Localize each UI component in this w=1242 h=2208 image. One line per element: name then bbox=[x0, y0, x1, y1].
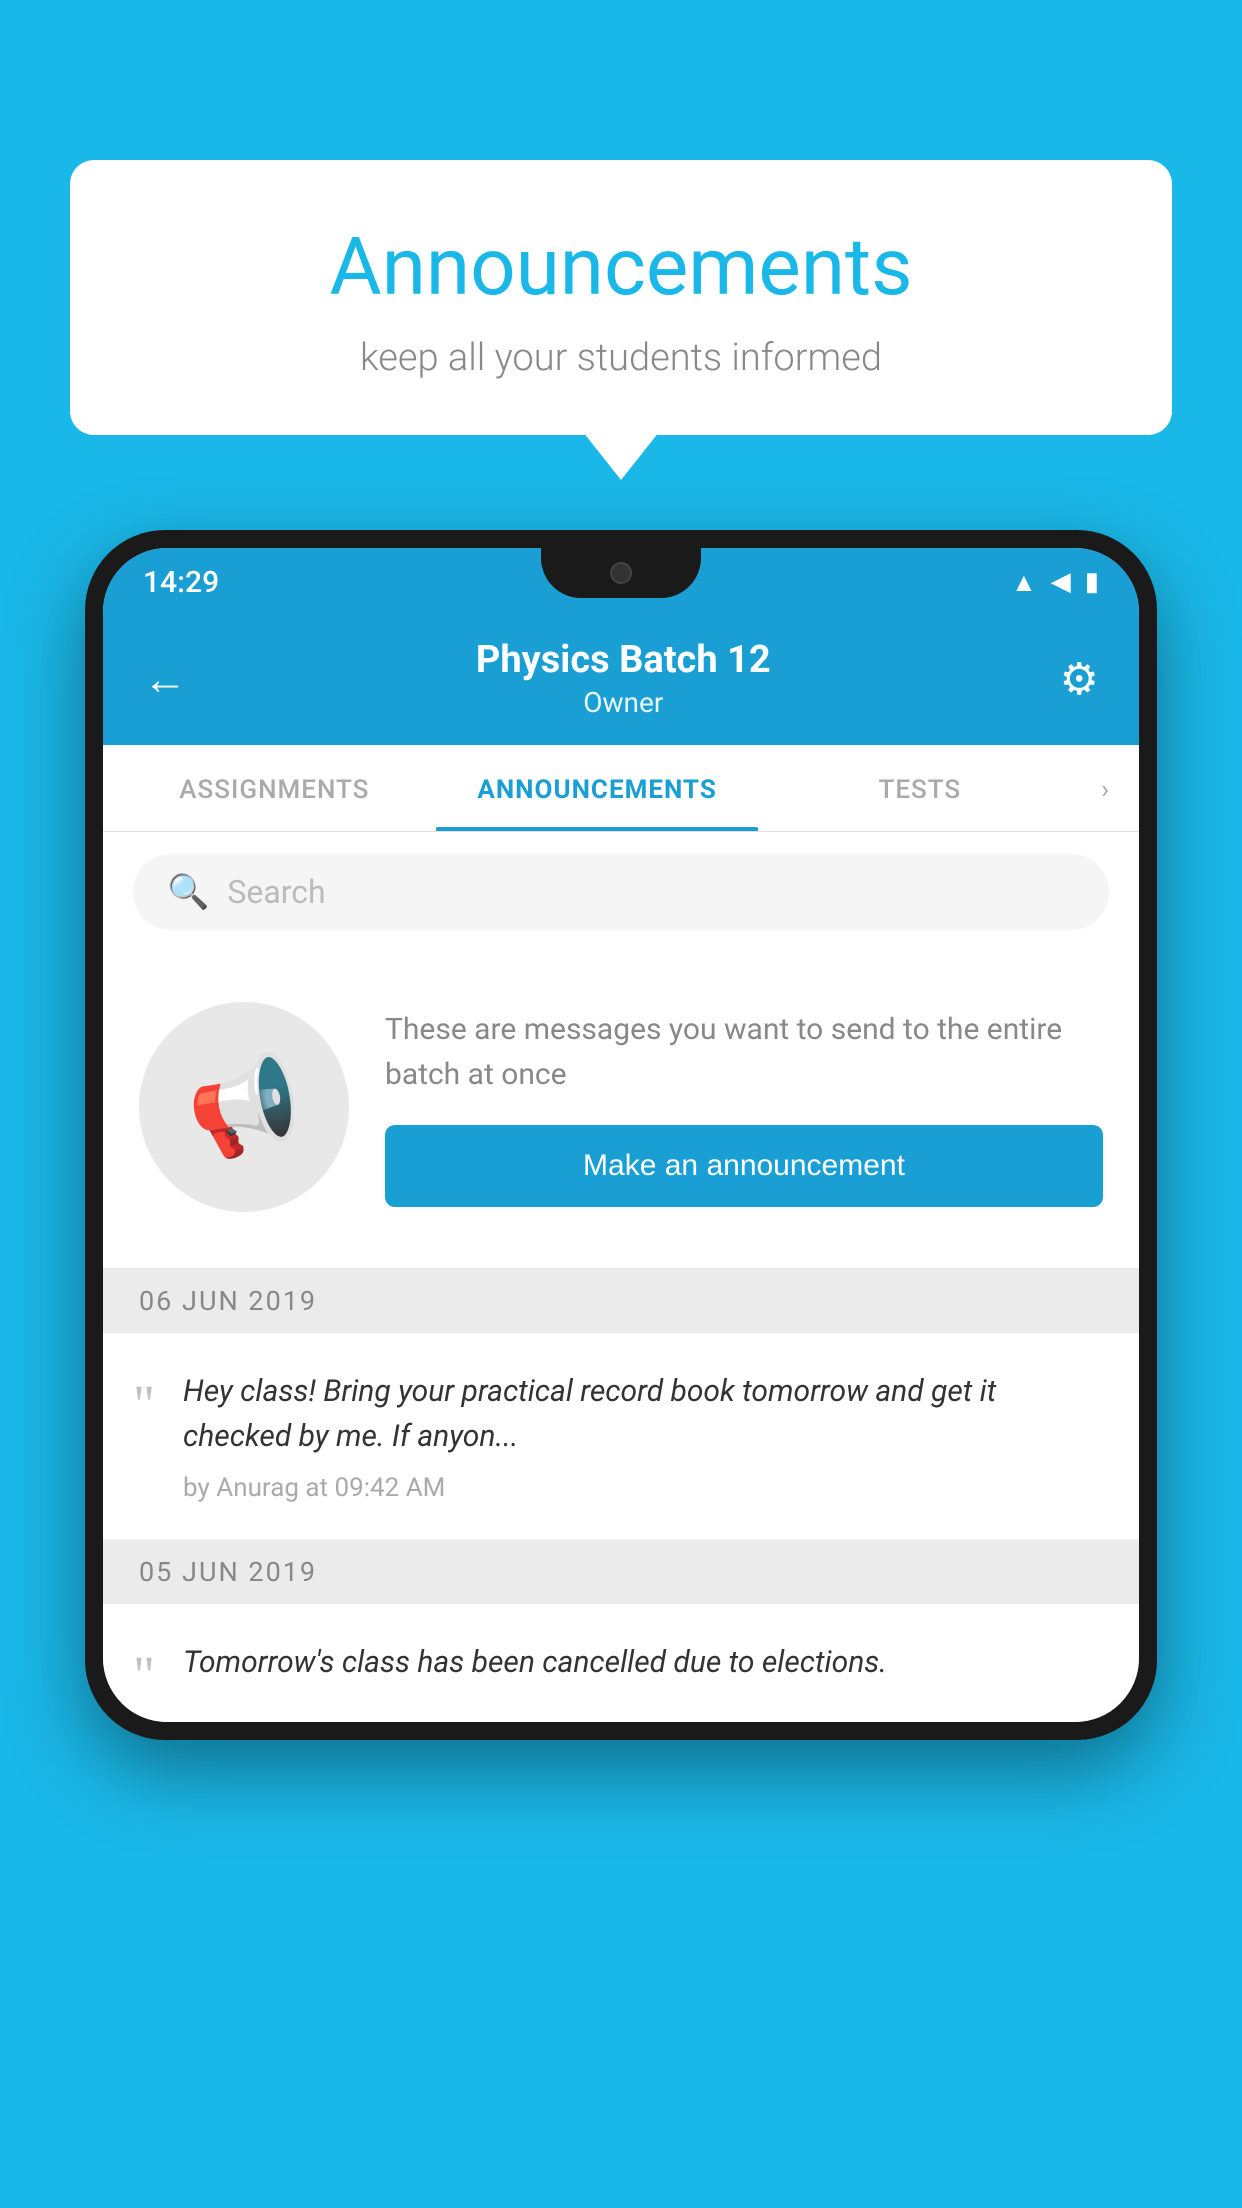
megaphone-icon: 📢 bbox=[180, 1046, 309, 1169]
date-label-2: 05 JUN 2019 bbox=[139, 1556, 317, 1588]
phone-body: 14:29 ▲ ◀ ▮ ← Physics Batch 12 Owner ⚙ bbox=[85, 530, 1157, 1740]
search-bar[interactable]: 🔍 Search bbox=[133, 854, 1109, 930]
status-bar: 14:29 ▲ ◀ ▮ bbox=[103, 548, 1139, 616]
search-icon: 🔍 bbox=[167, 872, 209, 912]
phone-notch bbox=[541, 548, 701, 598]
status-icons: ▲ ◀ ▮ bbox=[1011, 567, 1099, 598]
promo-section: 📢 These are messages you want to send to… bbox=[103, 952, 1139, 1269]
announcement-item-1[interactable]: " Hey class! Bring your practical record… bbox=[103, 1333, 1139, 1540]
bubble-subtitle: keep all your students informed bbox=[150, 336, 1092, 380]
batch-role: Owner bbox=[476, 686, 771, 719]
tab-more[interactable]: › bbox=[1081, 745, 1129, 831]
settings-button[interactable]: ⚙ bbox=[1060, 653, 1099, 705]
phone-mockup: 14:29 ▲ ◀ ▮ ← Physics Batch 12 Owner ⚙ bbox=[85, 530, 1157, 1740]
wifi-icon: ▲ bbox=[1011, 567, 1037, 598]
batch-title: Physics Batch 12 bbox=[476, 638, 771, 682]
announcement-text-1: Hey class! Bring your practical record b… bbox=[183, 1369, 1103, 1459]
promo-content: These are messages you want to send to t… bbox=[385, 1007, 1103, 1207]
search-container: 🔍 Search bbox=[103, 832, 1139, 952]
megaphone-circle: 📢 bbox=[139, 1002, 349, 1212]
date-divider-1: 06 JUN 2019 bbox=[103, 1269, 1139, 1333]
quote-icon-1: " bbox=[133, 1369, 155, 1431]
front-camera bbox=[610, 562, 632, 584]
date-divider-2: 05 JUN 2019 bbox=[103, 1540, 1139, 1604]
announcement-item-2[interactable]: " Tomorrow's class has been cancelled du… bbox=[103, 1604, 1139, 1722]
speech-bubble-card: Announcements keep all your students inf… bbox=[70, 160, 1172, 435]
tab-tests[interactable]: TESTS bbox=[758, 745, 1081, 831]
tabs-bar: ASSIGNMENTS ANNOUNCEMENTS TESTS › bbox=[103, 745, 1139, 832]
tab-assignments[interactable]: ASSIGNMENTS bbox=[113, 745, 436, 831]
search-placeholder: Search bbox=[227, 873, 325, 911]
battery-icon: ▮ bbox=[1085, 567, 1099, 597]
bubble-title: Announcements bbox=[150, 220, 1092, 314]
announcement-content-1: Hey class! Bring your practical record b… bbox=[183, 1369, 1103, 1503]
announcement-meta-1: by Anurag at 09:42 AM bbox=[183, 1473, 1103, 1503]
quote-icon-2: " bbox=[133, 1640, 155, 1702]
announcement-content-2: Tomorrow's class has been cancelled due … bbox=[183, 1640, 1103, 1699]
app-header: ← Physics Batch 12 Owner ⚙ bbox=[103, 616, 1139, 745]
promo-description: These are messages you want to send to t… bbox=[385, 1007, 1103, 1097]
back-button[interactable]: ← bbox=[143, 657, 187, 701]
phone-screen: 14:29 ▲ ◀ ▮ ← Physics Batch 12 Owner ⚙ bbox=[103, 548, 1139, 1722]
signal-icon: ◀ bbox=[1051, 567, 1071, 597]
announcement-text-2: Tomorrow's class has been cancelled due … bbox=[183, 1640, 1103, 1685]
make-announcement-button[interactable]: Make an announcement bbox=[385, 1125, 1103, 1207]
speech-bubble-section: Announcements keep all your students inf… bbox=[70, 160, 1172, 435]
status-time: 14:29 bbox=[143, 565, 219, 600]
date-label-1: 06 JUN 2019 bbox=[139, 1285, 317, 1317]
tab-announcements[interactable]: ANNOUNCEMENTS bbox=[436, 745, 759, 831]
header-title-group: Physics Batch 12 Owner bbox=[476, 638, 771, 719]
